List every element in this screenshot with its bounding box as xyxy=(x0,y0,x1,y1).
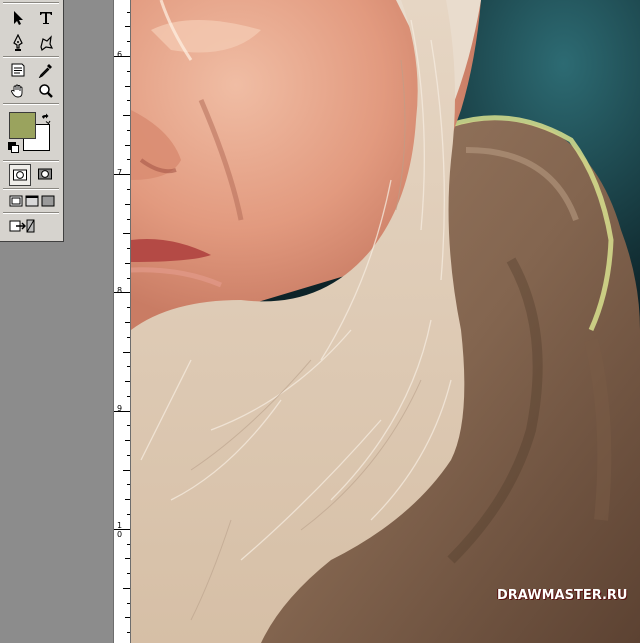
type-icon[interactable] xyxy=(36,8,56,28)
custom-shape-icon[interactable] xyxy=(36,33,56,53)
tools-palette xyxy=(0,0,64,242)
screen-mode-full-icon[interactable] xyxy=(38,191,58,211)
zoom-icon[interactable] xyxy=(36,81,56,101)
ruler-label: 6 xyxy=(117,50,123,59)
jump-to-imageready-icon[interactable] xyxy=(8,216,36,236)
ruler-label: 1 xyxy=(117,521,123,530)
vertical-ruler[interactable]: 6 7 8 9 1 0 xyxy=(113,0,131,643)
toolbox-divider xyxy=(3,160,59,162)
notes-icon[interactable] xyxy=(8,60,28,80)
default-colors-icon[interactable] xyxy=(8,142,19,153)
toolbox-divider xyxy=(3,212,59,214)
watermark-logo: DRAWMASTER.RU xyxy=(497,588,628,603)
ruler-label: 8 xyxy=(117,286,123,295)
toolbox-divider xyxy=(3,56,59,58)
pen-icon[interactable] xyxy=(8,33,28,53)
toolbox-divider xyxy=(3,2,59,4)
eyedropper-icon[interactable] xyxy=(36,60,56,80)
quick-mask-icon[interactable] xyxy=(35,164,55,184)
foreground-color-swatch[interactable] xyxy=(9,112,36,139)
painting-canvas[interactable] xyxy=(131,0,640,643)
ruler-label: 0 xyxy=(117,530,123,539)
ruler-label: 7 xyxy=(117,168,123,177)
hand-icon[interactable] xyxy=(8,81,28,101)
path-selection-icon[interactable] xyxy=(8,8,28,28)
ruler-ticks xyxy=(114,12,130,633)
toolbox-divider xyxy=(3,103,59,105)
standard-mode-icon[interactable] xyxy=(9,164,31,186)
ruler-label: 9 xyxy=(117,404,123,413)
toolbox-divider xyxy=(3,188,59,190)
portrait-painting xyxy=(131,0,640,643)
photoshop-workspace: 6 7 8 9 1 0 DRAWMASTER.RU xyxy=(0,0,640,643)
